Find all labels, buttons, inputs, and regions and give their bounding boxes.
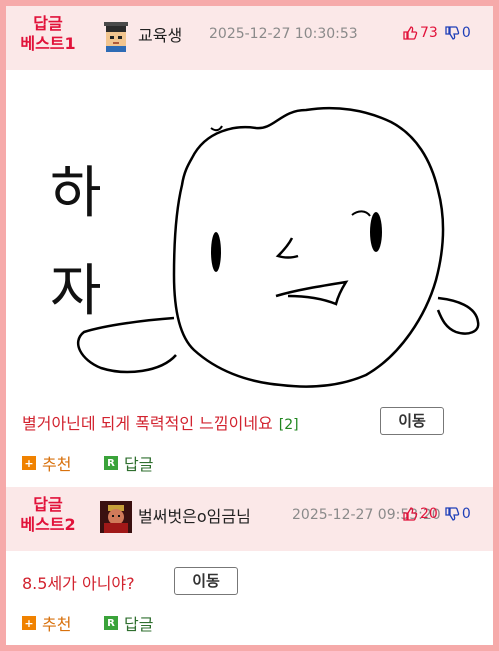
thumbs-up-icon[interactable] bbox=[402, 25, 418, 41]
best-badge-line2: 베스트2 bbox=[20, 515, 76, 534]
recommend-button[interactable]: + 추천 bbox=[22, 611, 71, 635]
reply-icon: R bbox=[104, 616, 118, 630]
best-badge-line1: 답글 bbox=[33, 14, 63, 33]
student-avatar-icon bbox=[100, 20, 132, 52]
vote-counts: 73 0 bbox=[402, 25, 471, 41]
avatar[interactable] bbox=[100, 501, 132, 533]
recommend-label: 추천 bbox=[42, 455, 72, 474]
comment-body: 별거아닌데 되게 폭력적인 느낌이네요 bbox=[22, 414, 273, 433]
nickname[interactable]: 벌써벗은o임금님 bbox=[138, 503, 251, 527]
drawing-char-1: 하 bbox=[50, 161, 102, 226]
avatar[interactable] bbox=[100, 20, 132, 52]
move-button[interactable]: 이동 bbox=[380, 407, 444, 435]
best-badge-line2: 베스트1 bbox=[20, 34, 76, 53]
reply-label: 답글 bbox=[124, 615, 154, 634]
move-button[interactable]: 이동 bbox=[174, 567, 238, 595]
thumbs-down-icon[interactable] bbox=[444, 506, 460, 522]
comment-text: 8.5세가 아니야? bbox=[22, 570, 135, 594]
plus-icon: + bbox=[22, 616, 36, 630]
king-avatar-icon bbox=[100, 501, 132, 533]
comment-header: 답글 베스트2 벌써벗은o임금님 2025-12-27 09:53:20 20 bbox=[6, 487, 493, 551]
best-replies-panel: 답글 베스트1 교육생 2025-12-27 10:30:53 73 0 하 자… bbox=[6, 6, 493, 645]
best-badge: 답글 베스트1 bbox=[14, 14, 82, 54]
timestamp: 2025-12-27 10:30:53 bbox=[209, 26, 358, 42]
downvote-count: 0 bbox=[461, 25, 471, 41]
downvote-count: 0 bbox=[461, 506, 471, 522]
upvote-count: 73 bbox=[420, 25, 438, 41]
best-badge: 답글 베스트2 bbox=[14, 495, 82, 535]
recommend-button[interactable]: + 추천 bbox=[22, 451, 71, 475]
reply-button[interactable]: R 답글 bbox=[104, 611, 153, 635]
plus-icon: + bbox=[22, 456, 36, 470]
best-badge-line1: 답글 bbox=[33, 495, 63, 514]
reply-count[interactable]: [2] bbox=[279, 417, 299, 433]
recommend-label: 추천 bbox=[42, 615, 72, 634]
comment-text: 별거아닌데 되게 폭력적인 느낌이네요 [2] bbox=[22, 410, 299, 434]
nickname[interactable]: 교육생 bbox=[138, 22, 182, 46]
reply-button[interactable]: R 답글 bbox=[104, 451, 153, 475]
reply-label: 답글 bbox=[124, 455, 154, 474]
attached-drawing-image: 하 자 bbox=[6, 70, 493, 400]
comment-body: 8.5세가 아니야? bbox=[22, 574, 135, 593]
comment-header: 답글 베스트1 교육생 2025-12-27 10:30:53 73 0 bbox=[6, 6, 493, 70]
thumbs-up-icon[interactable] bbox=[402, 506, 418, 522]
reply-icon: R bbox=[104, 456, 118, 470]
upvote-count: 20 bbox=[420, 506, 438, 522]
thumbs-down-icon[interactable] bbox=[444, 25, 460, 41]
vote-counts: 20 0 bbox=[402, 506, 471, 522]
drawing-char-2: 자 bbox=[50, 259, 102, 324]
